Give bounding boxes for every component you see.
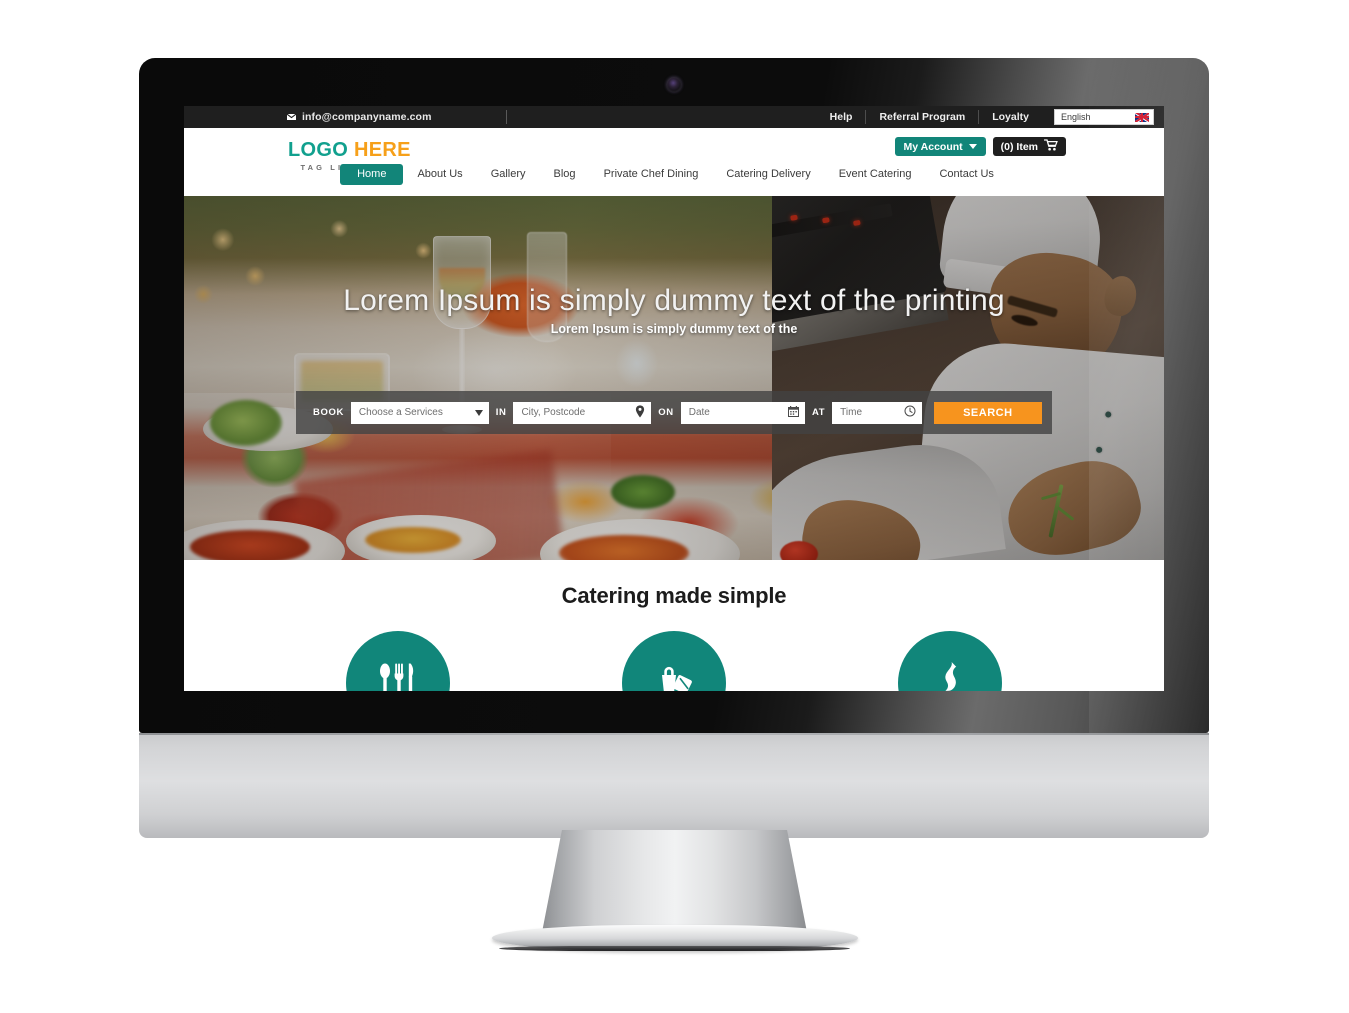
help-link[interactable]: Help <box>817 110 867 124</box>
my-account-button[interactable]: My Account <box>894 137 986 156</box>
in-label: IN <box>495 407 507 418</box>
shopping-cart-icon <box>1043 139 1058 154</box>
main-navigation: Home About Us Gallery Blog Private Chef … <box>184 164 1164 185</box>
webcam-icon <box>666 77 682 92</box>
chevron-down-icon <box>968 144 977 149</box>
cart-button[interactable]: (0) Item <box>992 137 1066 156</box>
screenshot-stage: info@companyname.com Help Referral Progr… <box>0 0 1349 1013</box>
map-pin-icon <box>635 404 645 421</box>
features-section: Catering made simple <box>184 560 1164 691</box>
clock-icon <box>904 405 916 420</box>
date-input[interactable]: Date <box>680 401 805 424</box>
monitor-stand-base <box>491 925 858 951</box>
monitor-chin <box>139 733 1209 838</box>
nav-item-event-catering[interactable]: Event Catering <box>825 164 926 185</box>
booking-search-bar: BOOK Choose a Services IN City, Postcode <box>296 391 1052 434</box>
nav-item-blog[interactable]: Blog <box>540 164 590 185</box>
logo-wordmark: LOGO HERE <box>288 140 411 160</box>
nav-item-contact-us[interactable]: Contact Us <box>925 164 1007 185</box>
feature-circle-flame[interactable] <box>898 631 1002 691</box>
topbar-divider <box>506 110 507 124</box>
features-heading: Catering made simple <box>561 583 787 608</box>
feature-circle-cutlery[interactable] <box>346 631 450 691</box>
time-input-placeholder: Time <box>840 407 863 418</box>
search-button[interactable]: SEARCH <box>933 401 1042 424</box>
time-input[interactable]: Time <box>832 401 922 424</box>
loyalty-link[interactable]: Loyalty <box>979 110 1042 124</box>
features-icon-row <box>184 631 1164 691</box>
nav-item-gallery[interactable]: Gallery <box>477 164 540 185</box>
nav-item-home[interactable]: Home <box>340 164 404 185</box>
language-selector[interactable]: English <box>1054 109 1154 125</box>
delivery-bag-icon <box>651 658 697 691</box>
monitor-bezel: info@companyname.com Help Referral Progr… <box>139 58 1209 733</box>
date-input-placeholder: Date <box>688 407 710 418</box>
at-label: AT <box>812 407 826 418</box>
hero-subtitle: Lorem Ipsum is simply dummy text of the <box>550 322 798 336</box>
calendar-icon <box>788 405 799 420</box>
hero-banner: Lorem Ipsum is simply dummy text of the … <box>184 196 1164 560</box>
email-text: info@companyname.com <box>302 111 432 123</box>
feature-circle-delivery[interactable] <box>622 631 726 691</box>
account-actions: My Account (0) Item <box>894 137 1066 156</box>
city-input-placeholder: City, Postcode <box>521 407 586 418</box>
site-header: LOGO HERE TAG LINE HERE My Account (0) I… <box>184 128 1164 196</box>
on-label: ON <box>658 407 674 418</box>
referral-program-link[interactable]: Referral Program <box>866 110 980 124</box>
screen-content: info@companyname.com Help Referral Progr… <box>184 106 1164 691</box>
logo-primary-text: LOGO <box>288 139 349 161</box>
nav-item-private-chef-dining[interactable]: Private Chef Dining <box>590 164 713 185</box>
flame-icon <box>927 658 973 692</box>
utility-topbar: info@companyname.com Help Referral Progr… <box>184 106 1164 128</box>
book-label: BOOK <box>313 407 344 418</box>
logo-accent-text: HERE <box>353 139 411 161</box>
city-input[interactable]: City, Postcode <box>513 401 652 424</box>
topbar-links: Help Referral Program Loyalty English <box>817 109 1154 125</box>
envelope-icon <box>286 113 297 121</box>
hero-title: Lorem Ipsum is simply dummy text of the … <box>343 284 1005 317</box>
nav-item-about-us[interactable]: About Us <box>403 164 476 185</box>
nav-item-catering-delivery[interactable]: Catering Delivery <box>712 164 824 185</box>
contact-email[interactable]: info@companyname.com <box>286 111 432 123</box>
language-value: English <box>1061 112 1091 122</box>
cart-label: (0) Item <box>1000 140 1038 153</box>
my-account-label: My Account <box>903 140 963 153</box>
monitor-stand-neck <box>540 830 809 940</box>
cutlery-icon <box>375 658 421 691</box>
uk-flag-icon <box>1135 112 1149 122</box>
service-select-value: Choose a Services <box>358 407 443 418</box>
hero-overlay <box>184 196 1164 560</box>
chevron-down-icon <box>474 409 483 416</box>
service-select[interactable]: Choose a Services <box>350 401 489 424</box>
